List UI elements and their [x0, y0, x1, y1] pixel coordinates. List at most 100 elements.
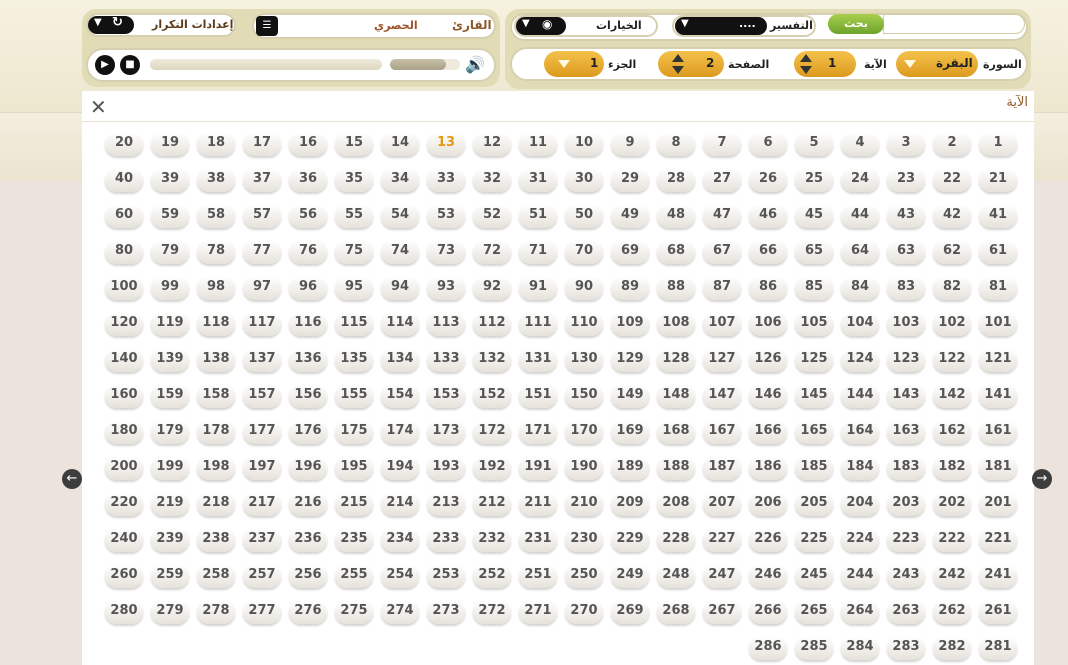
verse-button-144[interactable]: 144	[841, 384, 879, 408]
verse-button-107[interactable]: 107	[703, 312, 741, 336]
verse-button-2[interactable]: 2	[933, 132, 971, 156]
verse-button-212[interactable]: 212	[473, 492, 511, 516]
verse-button-100[interactable]: 100	[105, 276, 143, 300]
verse-button-187[interactable]: 187	[703, 456, 741, 480]
verse-button-191[interactable]: 191	[519, 456, 557, 480]
verse-button-268[interactable]: 268	[657, 600, 695, 624]
verse-button-275[interactable]: 275	[335, 600, 373, 624]
verse-button-68[interactable]: 68	[657, 240, 695, 264]
verse-button-105[interactable]: 105	[795, 312, 833, 336]
verse-button-145[interactable]: 145	[795, 384, 833, 408]
verse-button-62[interactable]: 62	[933, 240, 971, 264]
verse-button-33[interactable]: 33	[427, 168, 465, 192]
repeat-settings-label[interactable]: إعدادات التكرار	[152, 18, 233, 31]
verse-button-185[interactable]: 185	[795, 456, 833, 480]
verse-button-278[interactable]: 278	[197, 600, 235, 624]
verse-button-154[interactable]: 154	[381, 384, 419, 408]
verse-button-101[interactable]: 101	[979, 312, 1017, 336]
verse-button-123[interactable]: 123	[887, 348, 925, 372]
verse-button-97[interactable]: 97	[243, 276, 281, 300]
verse-button-232[interactable]: 232	[473, 528, 511, 552]
verse-button-167[interactable]: 167	[703, 420, 741, 444]
tafsir-select[interactable]: ▼ ....	[675, 17, 767, 35]
verse-button-247[interactable]: 247	[703, 564, 741, 588]
verse-button-223[interactable]: 223	[887, 528, 925, 552]
verse-button-195[interactable]: 195	[335, 456, 373, 480]
verse-button-117[interactable]: 117	[243, 312, 281, 336]
verse-button-142[interactable]: 142	[933, 384, 971, 408]
verse-button-172[interactable]: 172	[473, 420, 511, 444]
verse-button-279[interactable]: 279	[151, 600, 189, 624]
verse-button-3[interactable]: 3	[887, 132, 925, 156]
verse-button-35[interactable]: 35	[335, 168, 373, 192]
verse-button-113[interactable]: 113	[427, 312, 465, 336]
verse-button-207[interactable]: 207	[703, 492, 741, 516]
verse-button-13[interactable]: 13	[427, 132, 465, 156]
verse-button-64[interactable]: 64	[841, 240, 879, 264]
verse-button-213[interactable]: 213	[427, 492, 465, 516]
verse-button-131[interactable]: 131	[519, 348, 557, 372]
verse-button-219[interactable]: 219	[151, 492, 189, 516]
verse-button-204[interactable]: 204	[841, 492, 879, 516]
verse-button-51[interactable]: 51	[519, 204, 557, 228]
verse-button-57[interactable]: 57	[243, 204, 281, 228]
verse-button-182[interactable]: 182	[933, 456, 971, 480]
verse-button-168[interactable]: 168	[657, 420, 695, 444]
verse-button-234[interactable]: 234	[381, 528, 419, 552]
verse-button-222[interactable]: 222	[933, 528, 971, 552]
page-stepper[interactable]: 2	[658, 51, 724, 77]
verse-button-29[interactable]: 29	[611, 168, 649, 192]
verse-button-156[interactable]: 156	[289, 384, 327, 408]
verse-button-138[interactable]: 138	[197, 348, 235, 372]
search-input[interactable]	[883, 14, 1025, 34]
verse-button-72[interactable]: 72	[473, 240, 511, 264]
verse-button-136[interactable]: 136	[289, 348, 327, 372]
verse-button-229[interactable]: 229	[611, 528, 649, 552]
verse-button-30[interactable]: 30	[565, 168, 603, 192]
verse-button-31[interactable]: 31	[519, 168, 557, 192]
verse-button-267[interactable]: 267	[703, 600, 741, 624]
repeat-settings-select[interactable]: ▼ ↻	[88, 15, 134, 34]
verse-button-83[interactable]: 83	[887, 276, 925, 300]
verse-button-246[interactable]: 246	[749, 564, 787, 588]
verse-button-203[interactable]: 203	[887, 492, 925, 516]
verse-button-224[interactable]: 224	[841, 528, 879, 552]
verse-button-7[interactable]: 7	[703, 132, 741, 156]
verse-button-108[interactable]: 108	[657, 312, 695, 336]
chevron-up-icon[interactable]	[672, 54, 684, 62]
verse-button-196[interactable]: 196	[289, 456, 327, 480]
verse-button-121[interactable]: 121	[979, 348, 1017, 372]
verse-button-122[interactable]: 122	[933, 348, 971, 372]
stop-icon[interactable]: ■	[120, 55, 140, 75]
verse-button-47[interactable]: 47	[703, 204, 741, 228]
verse-button-127[interactable]: 127	[703, 348, 741, 372]
verse-button-220[interactable]: 220	[105, 492, 143, 516]
verse-button-218[interactable]: 218	[197, 492, 235, 516]
verse-button-274[interactable]: 274	[381, 600, 419, 624]
verse-button-237[interactable]: 237	[243, 528, 281, 552]
verse-button-211[interactable]: 211	[519, 492, 557, 516]
verse-button-36[interactable]: 36	[289, 168, 327, 192]
verse-button-91[interactable]: 91	[519, 276, 557, 300]
verse-button-227[interactable]: 227	[703, 528, 741, 552]
verse-button-21[interactable]: 21	[979, 168, 1017, 192]
verse-button-133[interactable]: 133	[427, 348, 465, 372]
verse-button-23[interactable]: 23	[887, 168, 925, 192]
verse-button-44[interactable]: 44	[841, 204, 879, 228]
verse-button-171[interactable]: 171	[519, 420, 557, 444]
verse-button-248[interactable]: 248	[657, 564, 695, 588]
verse-button-192[interactable]: 192	[473, 456, 511, 480]
verse-button-79[interactable]: 79	[151, 240, 189, 264]
verse-button-16[interactable]: 16	[289, 132, 327, 156]
verse-button-126[interactable]: 126	[749, 348, 787, 372]
verse-button-159[interactable]: 159	[151, 384, 189, 408]
progress-bar[interactable]	[150, 59, 382, 70]
verse-button-9[interactable]: 9	[611, 132, 649, 156]
verse-button-236[interactable]: 236	[289, 528, 327, 552]
verse-button-110[interactable]: 110	[565, 312, 603, 336]
verse-button-49[interactable]: 49	[611, 204, 649, 228]
verse-button-78[interactable]: 78	[197, 240, 235, 264]
verse-button-15[interactable]: 15	[335, 132, 373, 156]
reader-value[interactable]: الحصري	[374, 19, 418, 32]
verse-button-60[interactable]: 60	[105, 204, 143, 228]
